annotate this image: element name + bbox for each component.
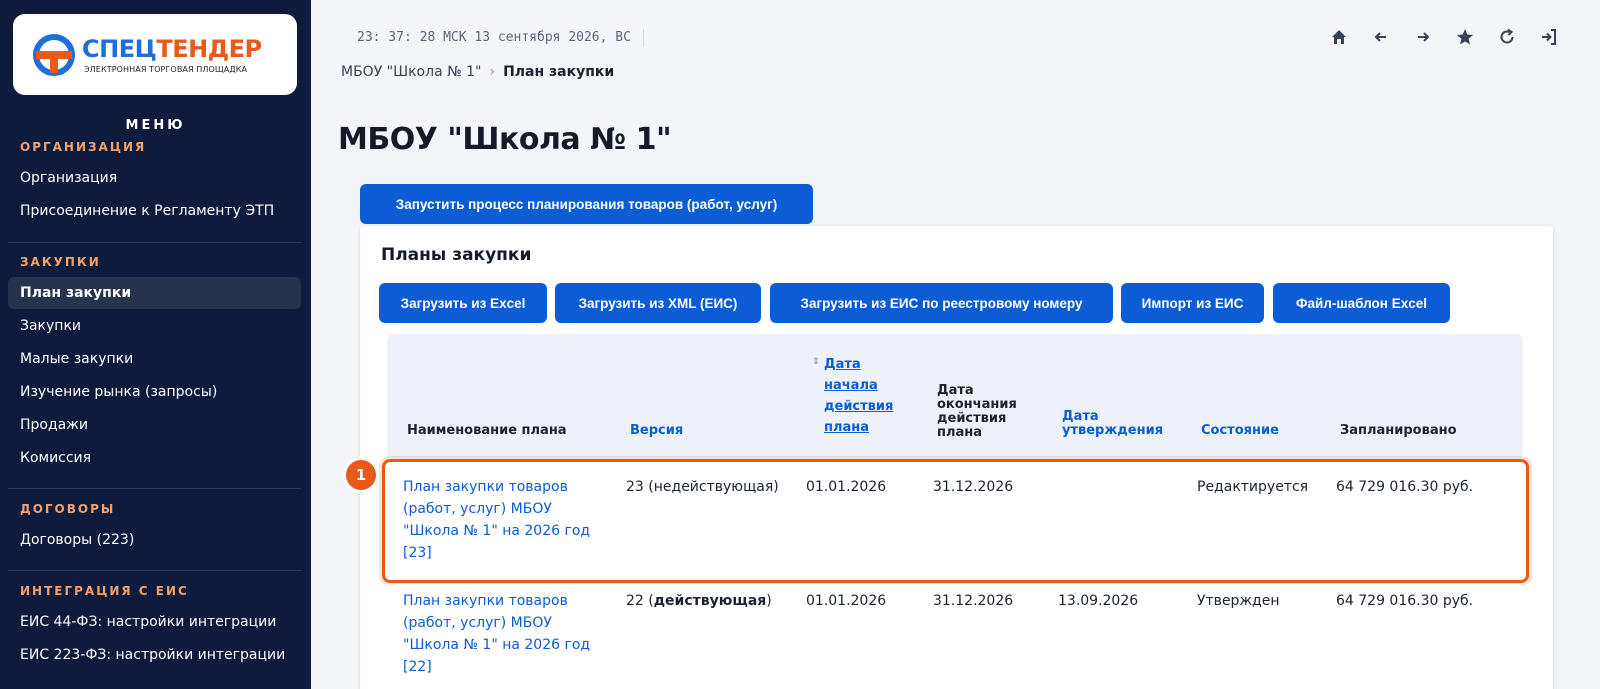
logo-subtitle: ЭЛЕКТРОННАЯ ТОРГОВАЯ ПЛОЩАДКА: [84, 65, 248, 74]
breadcrumb: МБОУ "Школа № 1" › План закупки: [341, 64, 614, 80]
clock: 23: 37: 28 МСК 13 сентября 2026, ВС: [357, 29, 644, 47]
logo-part1: СПЕЦ: [82, 35, 157, 63]
step-badge: 1: [346, 460, 376, 490]
sidebar-item-purchase-plan[interactable]: План закупки: [8, 277, 301, 309]
header-state[interactable]: Состояние: [1201, 424, 1279, 438]
sidebar-divider: [8, 570, 301, 571]
panel-title: Планы закупки: [381, 245, 532, 265]
logout-icon[interactable]: [1538, 26, 1560, 48]
header-planned: Запланировано: [1340, 423, 1457, 438]
logo-mark-icon: [33, 34, 75, 76]
header-end-date-line: окончания: [937, 397, 1017, 412]
top-toolbar: [1328, 26, 1560, 48]
import-eis-button[interactable]: Импорт из ЕИС: [1121, 283, 1264, 323]
start-date-cell: 01.01.2026: [806, 479, 887, 495]
sidebar-divider: [8, 242, 301, 243]
sidebar-item-market-research[interactable]: Изучение рынка (запросы): [8, 376, 301, 408]
logo-text: СПЕЦТЕНДЕР: [82, 36, 262, 62]
header-end-date-line: действия: [937, 411, 1007, 426]
section-head-organization: ОРГАНИЗАЦИЯ: [20, 140, 147, 154]
end-date-cell: 31.12.2026: [933, 479, 1014, 495]
sidebar-item-contracts[interactable]: Договоры (223): [8, 524, 301, 556]
plan-name-line: (работ, услуг) МБОУ: [403, 501, 552, 517]
load-eis-registry-button[interactable]: Загрузить из ЕИС по реестровому номеру: [770, 283, 1113, 323]
home-icon[interactable]: [1328, 26, 1350, 48]
header-start-date-line: действия: [824, 399, 894, 414]
plan-name-link[interactable]: План закупки товаров (работ, услуг) МБОУ…: [403, 590, 603, 678]
state-cell: Редактируется: [1197, 479, 1309, 495]
header-start-date-line: начала: [824, 378, 878, 393]
sidebar-item-purchases[interactable]: Закупки: [8, 310, 301, 342]
end-date-cell: 31.12.2026: [933, 593, 1014, 609]
header-start-date-line: Дата: [824, 357, 861, 372]
logo-part2: ТЕНДЕР: [156, 35, 262, 63]
version-status: (недействующая): [648, 479, 779, 495]
plan-name-line: (работ, услуг) МБОУ: [403, 615, 552, 631]
version-status: действующая: [653, 593, 767, 609]
header-approve-date[interactable]: Дата утверждения: [1062, 410, 1163, 438]
plan-name-line: [22]: [403, 659, 432, 675]
sidebar-item-eis-44[interactable]: ЕИС 44-ФЗ: настройки интеграции: [8, 606, 301, 638]
star-icon[interactable]: [1454, 26, 1476, 48]
load-excel-button[interactable]: Загрузить из Excel: [379, 283, 547, 323]
header-end-date: Дата окончания действия плана: [937, 384, 1017, 440]
header-plan-name: Наименование плана: [407, 423, 567, 438]
logo[interactable]: СПЕЦТЕНДЕР ЭЛЕКТРОННАЯ ТОРГОВАЯ ПЛОЩАДКА: [13, 14, 297, 95]
sidebar: СПЕЦТЕНДЕР ЭЛЕКТРОННАЯ ТОРГОВАЯ ПЛОЩАДКА…: [0, 0, 311, 689]
version-cell: 23 (недействующая): [626, 476, 779, 498]
excel-template-button[interactable]: Файл-шаблон Excel: [1273, 283, 1450, 323]
plan-name-line: План закупки товаров: [403, 593, 568, 609]
refresh-icon[interactable]: [1496, 26, 1518, 48]
state-cell: Утвержден: [1197, 593, 1280, 609]
arrow-right-icon[interactable]: [1412, 26, 1434, 48]
header-start-date-line: плана: [824, 420, 870, 435]
header-approve-date-line: Дата: [1062, 409, 1099, 424]
section-head-contracts: ДОГОВОРЫ: [20, 502, 116, 516]
sidebar-item-commission[interactable]: Комиссия: [8, 442, 301, 474]
page-title: МБОУ "Школа № 1": [338, 122, 672, 157]
planned-cell: 64 729 016.30 руб.: [1336, 479, 1474, 495]
plan-name-link[interactable]: План закупки товаров (работ, услуг) МБОУ…: [403, 476, 603, 564]
breadcrumb-org[interactable]: МБОУ "Школа № 1": [341, 64, 481, 80]
breadcrumb-separator: ›: [489, 64, 496, 80]
load-xml-button[interactable]: Загрузить из XML (ЕИС): [555, 283, 761, 323]
sidebar-divider: [8, 488, 301, 489]
section-head-purchases: ЗАКУПКИ: [20, 255, 101, 269]
start-date-cell: 01.01.2026: [806, 593, 887, 609]
header-end-date-line: Дата: [937, 383, 974, 398]
header-end-date-line: плана: [937, 425, 983, 440]
sidebar-item-regulation[interactable]: Присоединение к Регламенту ЭТП: [8, 195, 301, 227]
sidebar-item-organization[interactable]: Организация: [8, 162, 301, 194]
section-head-eis: ИНТЕГРАЦИЯ С ЕИС: [20, 584, 189, 598]
approve-date-cell: 13.09.2026: [1058, 593, 1139, 609]
menu-title: МЕНЮ: [125, 118, 186, 133]
sidebar-item-eis-223[interactable]: ЕИС 223-ФЗ: настройки интеграции: [8, 639, 301, 671]
header-approve-date-line: утверждения: [1062, 423, 1164, 438]
version-cell: 22 (действующая): [626, 593, 772, 609]
version-number: 22: [626, 593, 644, 609]
header-version[interactable]: Версия: [630, 424, 683, 438]
plan-name-line: "Школа № 1" на 2026 год: [403, 523, 591, 539]
plan-name-line: [23]: [403, 545, 432, 561]
sidebar-item-small-purchases[interactable]: Малые закупки: [8, 343, 301, 375]
header-start-date[interactable]: Дата начала действия плана: [824, 354, 893, 438]
plan-name-line: "Школа № 1" на 2026 год: [403, 637, 591, 653]
start-planning-button[interactable]: Запустить процесс планирования товаров (…: [360, 184, 813, 224]
arrow-left-icon[interactable]: [1370, 26, 1392, 48]
version-number: 23: [626, 479, 644, 495]
plan-name-line: План закупки товаров: [403, 479, 568, 495]
planned-cell: 64 729 016.30 руб.: [1336, 593, 1474, 609]
sidebar-item-sales[interactable]: Продажи: [8, 409, 301, 441]
sort-icon[interactable]: ⇕: [812, 357, 820, 367]
breadcrumb-current: План закупки: [503, 64, 615, 80]
